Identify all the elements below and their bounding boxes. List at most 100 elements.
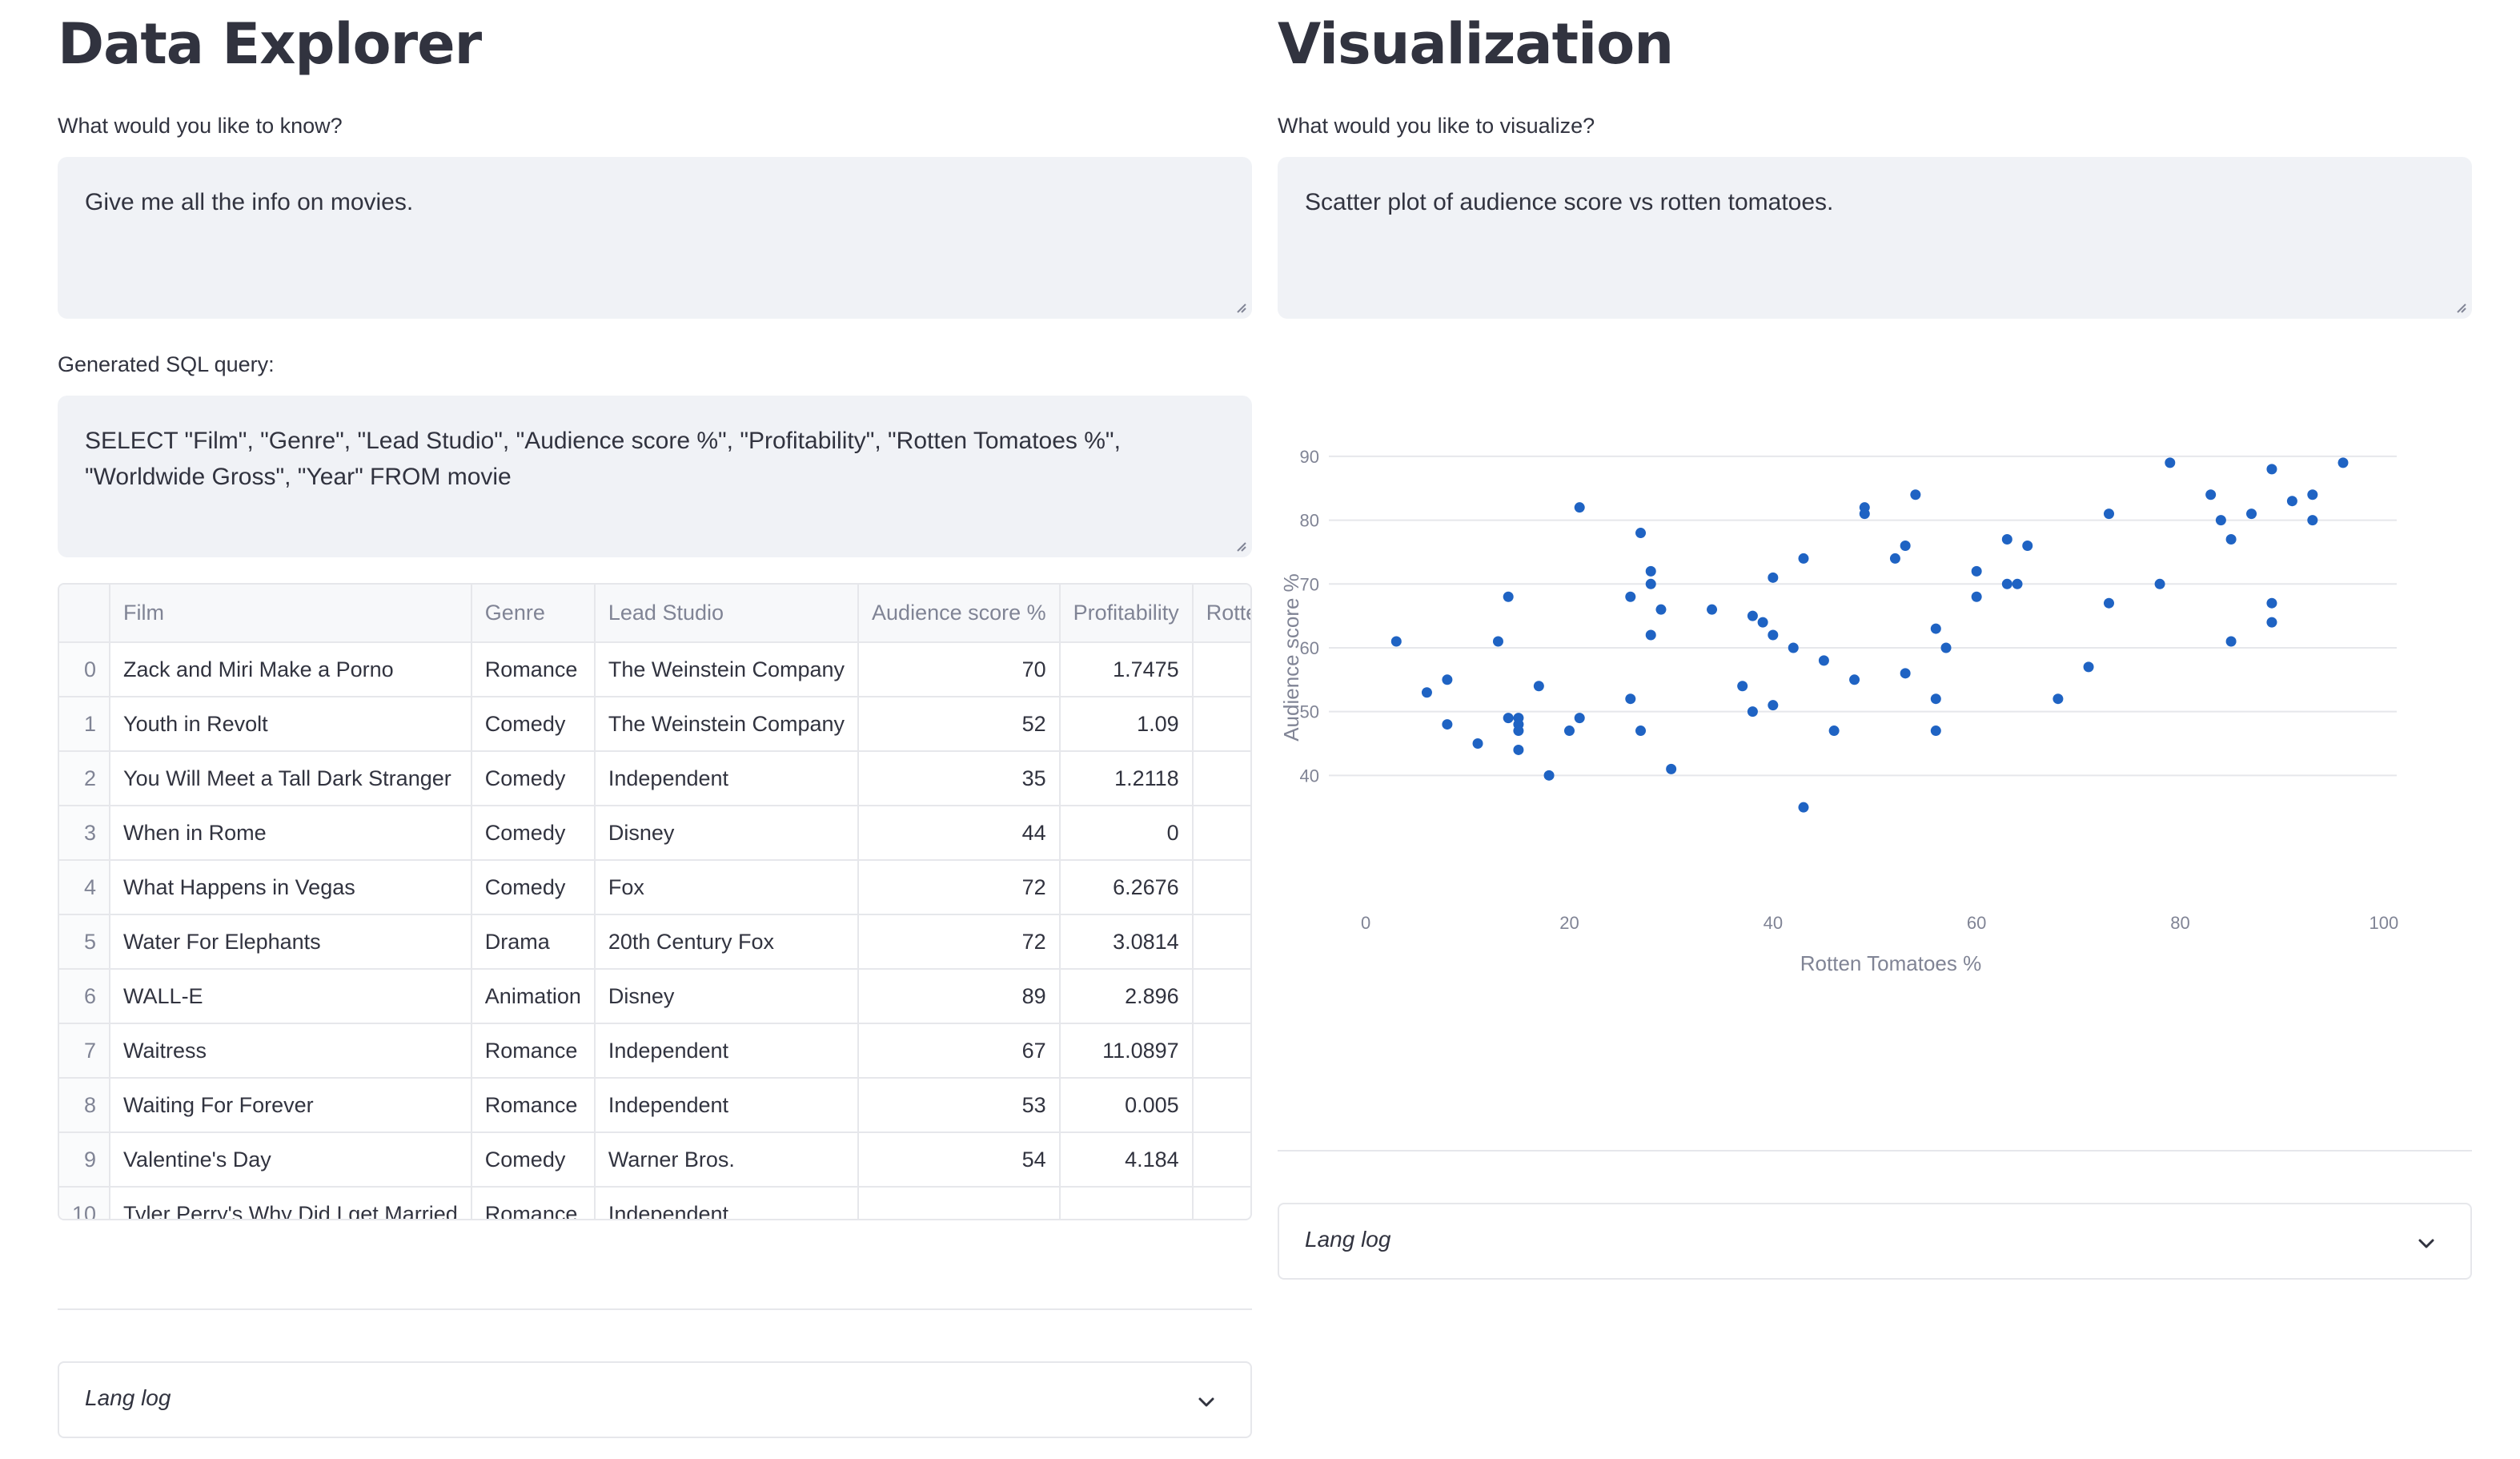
cell-audience-score: 72 [858,914,1061,970]
cell-film: Zack and Miri Make a Porno [110,642,472,697]
table-row[interactable]: 6 WALL-E Animation Disney 89 2.896 [59,969,1250,1024]
scatter-point [2103,508,2114,520]
cell-film: Waitress [110,1023,472,1079]
visualization-title: Visualization [1278,11,1674,77]
table-row[interactable]: 1 Youth in Revolt Comedy The Weinstein Comp… [59,697,1250,752]
scatter-point [1625,693,1636,705]
cell-rotten [1192,1078,1250,1133]
scatter-point [1472,738,1483,749]
scatter-point [1513,744,1524,755]
y-tick-label: 80 [1300,511,1319,531]
cell-profitability: 1.09 [1059,697,1194,752]
row-index: 7 [59,1023,111,1079]
cell-lead-studio: Independent [594,1187,860,1219]
scatter-point [1889,553,1900,564]
row-index: 5 [59,914,111,970]
question-input[interactable]: Give me all the info on movies. [58,157,1252,319]
scatter-point [1533,681,1544,692]
table-row[interactable]: 8 Waiting For Forever Romance Independent 53… [59,1078,1250,1133]
scatter-point [1563,725,1575,737]
cell-rotten [1192,1132,1250,1188]
cell-audience-score: 70 [858,642,1061,697]
cell-lead-studio: Independent [594,1078,860,1133]
table-row[interactable]: 4 What Happens in Vegas Comedy Fox 72 6.2676 [59,860,1250,915]
scatter-chart[interactable]: 4050607080900 20 40 60 80 100Rotten Tomatoes … [1278,432,2472,1025]
row-index: 6 [59,969,111,1024]
lang-log-expander[interactable]: Lang log [1278,1203,2472,1280]
row-index: 0 [59,642,111,697]
scatter-point [1635,725,1647,737]
cell-film: Water For Elephants [110,914,472,970]
sql-query-field[interactable]: SELECT "Film", "Genre", "Lead Studio", "… [58,396,1252,557]
scatter-point [1971,565,1982,577]
column-header-genre[interactable]: Genre [471,585,596,643]
sql-query-value: SELECT "Film", "Genre", "Lead Studio", "… [85,428,1121,490]
scatter-point [1645,578,1656,589]
cell-film: Waiting For Forever [110,1078,472,1133]
cell-lead-studio: Disney [594,969,860,1024]
cell-lead-studio: Disney [594,806,860,861]
cell-profitability: 2.896 [1059,969,1194,1024]
table-row[interactable]: 3 When in Rome Comedy Disney 44 0 [59,806,1250,861]
row-index: 10 [59,1187,111,1219]
row-index: 1 [59,697,111,752]
column-header-index[interactable] [59,585,111,643]
column-header-rotten[interactable]: Rotten [1192,585,1250,643]
scatter-point [1859,508,1870,520]
scatter-point [1849,674,1860,685]
table-row[interactable]: 9 Valentine's Day Comedy Warner Bros. 54 4.18… [59,1132,1250,1188]
cell-audience-score: 44 [858,806,1061,861]
scatter-point [1503,713,1514,724]
scatter-point [1747,610,1758,621]
table-row[interactable]: 10 Tyler Perry's Why Did I get Married Rom… [59,1187,1250,1219]
cell-audience-score: 53 [858,1078,1061,1133]
column-header-film[interactable]: Film [110,585,472,643]
x-tick-label: 0 [1361,913,1370,933]
table-header-row: Film Genre Lead Studio Audience score % … [59,585,1250,643]
cell-lead-studio: The Weinstein Company [594,642,860,697]
table-row[interactable]: 7 Waitress Romance Independent 67 11.0897 [59,1023,1250,1079]
cell-rotten [1192,860,1250,915]
scatter-point [1513,725,1524,737]
scatter-point [2266,597,2277,609]
column-header-audience-score[interactable]: Audience score % [858,585,1061,643]
scatter-point [1910,489,1921,500]
scatter-point [2225,534,2237,545]
scatter-point [2205,489,2217,500]
scatter-point [1635,528,1647,539]
lang-log-expander[interactable]: Lang log [58,1361,1252,1438]
results-table[interactable]: Film Genre Lead Studio Audience score % … [58,583,1252,1220]
scatter-point [1645,565,1656,577]
page-title: Data Explorer [58,11,482,77]
cell-audience-score: 52 [858,697,1061,752]
y-tick-label: 40 [1300,766,1319,786]
cell-genre: Romance [471,1023,596,1079]
table-row[interactable]: 5 Water For Elephants Drama 20th Century Fo… [59,914,1250,970]
scatter-point [1900,668,1911,679]
cell-audience-score: 67 [858,1023,1061,1079]
chevron-down-icon [1198,1397,1214,1407]
resize-handle-icon[interactable] [1233,299,1247,314]
scatter-point [2307,515,2318,526]
cell-profitability: 6.2676 [1059,860,1194,915]
resize-handle-icon[interactable] [1233,538,1247,553]
column-header-lead-studio[interactable]: Lead Studio [594,585,860,643]
table-row[interactable]: 0 Zack and Miri Make a Porno Romance The We… [59,642,1250,697]
resize-handle-icon[interactable] [2453,299,2467,314]
cell-audience-score [858,1187,1061,1219]
cell-genre: Comedy [471,697,596,752]
scatter-point [1768,572,1779,583]
scatter-point [2154,578,2165,589]
scatter-point [1828,725,1840,737]
x-tick-label: 80 [2170,913,2189,933]
divider [58,1308,1252,1310]
table-row[interactable]: 2 You Will Meet a Tall Dark Stranger Comed… [59,751,1250,806]
scatter-point [2103,597,2114,609]
cell-profitability: 3.0814 [1059,914,1194,970]
scatter-point [2001,578,2012,589]
divider [1278,1150,2472,1152]
x-tick-label: 100 [2369,913,2398,933]
cell-genre: Comedy [471,860,596,915]
visualize-input[interactable]: Scatter plot of audience score vs rotten… [1278,157,2472,319]
column-header-profitability[interactable]: Profitability [1059,585,1194,643]
